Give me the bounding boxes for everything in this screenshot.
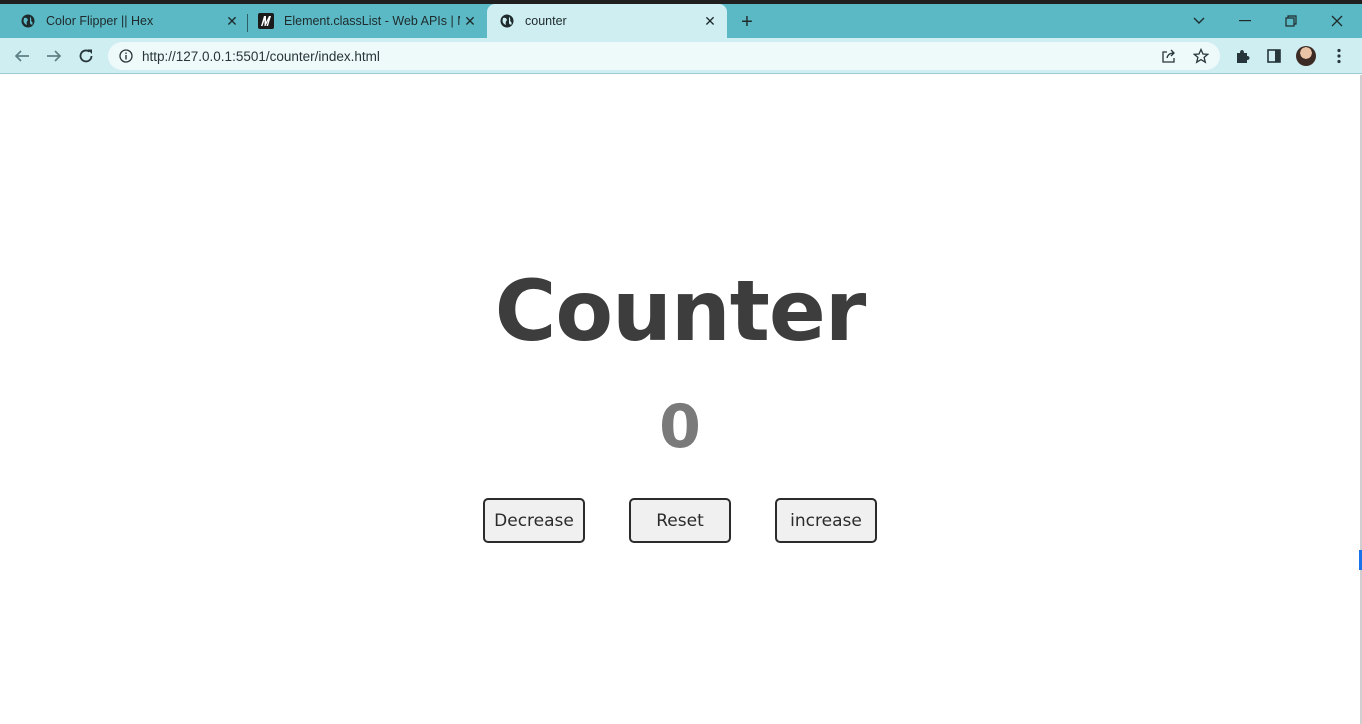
tab-mdn-classlist[interactable]: Element.classList - Web APIs | MD ✕	[248, 4, 486, 38]
share-icon[interactable]	[1160, 47, 1178, 65]
globe-icon	[20, 13, 36, 29]
close-tab-icon[interactable]: ✕	[224, 13, 240, 29]
tab-counter[interactable]: counter ✕	[487, 4, 727, 38]
reset-button[interactable]: Reset	[629, 498, 731, 543]
page-title: Counter	[494, 262, 867, 360]
tab-color-flipper[interactable]: Color Flipper || Hex ✕	[0, 4, 248, 38]
side-panel-icon[interactable]	[1261, 43, 1287, 69]
tab-search-icon[interactable]	[1176, 4, 1222, 38]
more-menu-icon[interactable]	[1326, 43, 1352, 69]
close-window-icon[interactable]	[1314, 4, 1360, 38]
browser-window: Color Flipper || Hex ✕ Element.classList…	[0, 0, 1362, 724]
close-tab-icon[interactable]: ✕	[462, 13, 478, 29]
back-arrow-icon[interactable]	[9, 43, 35, 69]
page-content: Counter 0 Decrease Reset increase	[0, 75, 1362, 724]
profile-avatar[interactable]	[1296, 46, 1316, 66]
minimize-icon[interactable]	[1222, 4, 1268, 38]
tab-strip: Color Flipper || Hex ✕ Element.classList…	[0, 0, 1362, 38]
address-bar[interactable]: http://127.0.0.1:5501/counter/index.html	[108, 42, 1220, 70]
counter-value: 0	[659, 392, 701, 462]
reload-icon[interactable]	[73, 43, 99, 69]
tab-title: counter	[525, 14, 567, 28]
tab-title: Color Flipper || Hex	[46, 14, 154, 28]
extensions-puzzle-icon[interactable]	[1229, 43, 1255, 69]
tab-title: Element.classList - Web APIs | MD	[284, 14, 460, 28]
address-url[interactable]: http://127.0.0.1:5501/counter/index.html	[142, 49, 380, 64]
bookmark-star-icon[interactable]	[1192, 47, 1210, 65]
browser-toolbar: http://127.0.0.1:5501/counter/index.html	[0, 38, 1362, 74]
increase-button[interactable]: increase	[775, 498, 877, 543]
restore-icon[interactable]	[1268, 4, 1314, 38]
close-tab-icon[interactable]: ✕	[702, 13, 718, 29]
new-tab-button[interactable]: +	[736, 11, 758, 33]
site-info-icon[interactable]	[118, 48, 134, 64]
globe-icon	[499, 13, 515, 29]
decrease-button[interactable]: Decrease	[483, 498, 585, 543]
forward-arrow-icon[interactable]	[41, 43, 67, 69]
mdn-logo-icon	[258, 13, 274, 29]
